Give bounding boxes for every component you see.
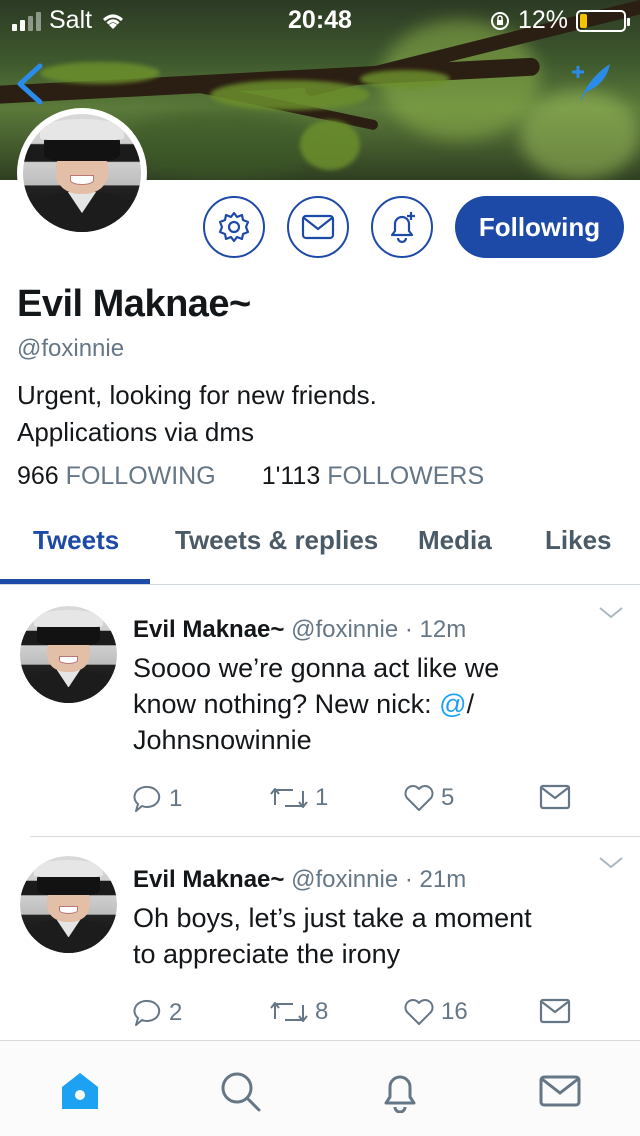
- envelope-icon: [539, 784, 571, 810]
- battery-icon: [576, 9, 630, 32]
- bell-plus-icon: [390, 212, 415, 244]
- tweet-text-span: /: [466, 689, 475, 719]
- tab-tweets[interactable]: Tweets: [33, 525, 119, 556]
- like-count: 5: [441, 784, 455, 811]
- retweet-count: 8: [315, 998, 329, 1025]
- like-count: 16: [441, 998, 468, 1025]
- tweet-item[interactable]: Evil Maknae~ @foxinnie · 21m Oh boys, le…: [0, 850, 640, 1040]
- battery-percent: 12%: [517, 6, 568, 34]
- followers-label: FOLLOWERS: [327, 462, 485, 490]
- following-count: 966: [17, 462, 59, 490]
- heart-icon: [404, 999, 434, 1025]
- tweet-text-line: Soooo we’re gonna act like we: [133, 653, 500, 683]
- tweet-actions: 2 8 16: [133, 998, 593, 1034]
- profile-bio: Urgent, looking for new friends. Applica…: [17, 377, 617, 451]
- tab-likes[interactable]: Likes: [545, 525, 612, 556]
- follow-counts: 966 FOLLOWING 1'113 FOLLOWERS: [17, 462, 484, 491]
- bio-line: Urgent, looking for new friends.: [17, 380, 377, 410]
- compose-feather-icon[interactable]: [566, 58, 614, 106]
- chevron-down-icon[interactable]: [598, 856, 624, 870]
- envelope-icon: [539, 998, 571, 1024]
- tweet-header: Evil Maknae~ @foxinnie · 21m: [133, 866, 466, 894]
- like-button[interactable]: 16: [403, 998, 468, 1026]
- reply-count: 2: [169, 999, 183, 1026]
- bottom-tab-bar: [0, 1040, 640, 1136]
- tweet-divider: [30, 836, 640, 837]
- chevron-down-icon[interactable]: [598, 606, 624, 620]
- envelope-icon: [301, 214, 335, 240]
- tab-tweets-replies[interactable]: Tweets & replies: [175, 525, 378, 556]
- profile-name: Evil Maknae~: [17, 283, 251, 325]
- chevron-left-icon[interactable]: [10, 62, 50, 106]
- tweet-text-span: know nothing? New nick:: [133, 689, 440, 719]
- followers-count: 1'113: [261, 462, 321, 490]
- profile-handle: @foxinnie: [17, 335, 125, 362]
- tweet-author-handle: @foxinnie: [291, 866, 399, 893]
- reply-button[interactable]: 1: [133, 784, 182, 814]
- avatar-image: [23, 114, 141, 232]
- retweet-icon: [270, 1002, 308, 1022]
- reply-button[interactable]: 2: [133, 998, 182, 1028]
- tweet-text: Soooo we’re gonna act like we know nothi…: [133, 650, 613, 758]
- bio-line: Applications via dms: [17, 417, 254, 447]
- retweet-count: 1: [315, 784, 329, 811]
- tweet-text-line: know nothing? New nick: @/: [133, 686, 613, 722]
- mention-link[interactable]: @: [439, 689, 466, 719]
- tweet-author-name: Evil Maknae~: [133, 616, 285, 643]
- share-dm-button[interactable]: [539, 998, 571, 1024]
- profile-avatar[interactable]: [17, 108, 147, 238]
- like-button[interactable]: 5: [403, 784, 454, 812]
- search-icon[interactable]: [218, 1069, 262, 1113]
- reply-count: 1: [169, 785, 183, 812]
- following-button[interactable]: Following: [455, 196, 624, 258]
- share-dm-button[interactable]: [539, 784, 571, 810]
- following-count-link[interactable]: 966 FOLLOWING: [17, 462, 216, 491]
- home-icon[interactable]: [58, 1069, 102, 1113]
- envelope-icon[interactable]: [538, 1069, 582, 1113]
- tweet-actions: 1 1 5: [133, 784, 593, 820]
- message-button[interactable]: [287, 196, 349, 258]
- profile-tabs: Tweets Tweets & replies Media Likes: [0, 515, 640, 585]
- settings-button[interactable]: [203, 196, 265, 258]
- reply-icon: [133, 999, 161, 1026]
- tweet-author-handle: @foxinnie: [291, 616, 399, 643]
- tweet-text-line: Oh boys, let’s just take a moment: [133, 903, 532, 933]
- tab-media[interactable]: Media: [418, 525, 492, 556]
- orientation-lock-icon: [490, 11, 509, 30]
- retweet-icon: [270, 788, 308, 808]
- status-bar: Salt 20:48 12%: [0, 0, 640, 40]
- heart-icon: [404, 785, 434, 811]
- tweet-avatar[interactable]: [20, 856, 117, 953]
- tweet-item[interactable]: Evil Maknae~ @foxinnie · 12m Soooo we’re…: [0, 600, 640, 836]
- tweet-header: Evil Maknae~ @foxinnie · 12m: [133, 616, 466, 644]
- tweet-text-line: to appreciate the irony: [133, 939, 401, 969]
- retweet-button[interactable]: 8: [269, 998, 328, 1026]
- active-tab-indicator: [0, 579, 150, 584]
- tweet-text: Oh boys, let’s just take a moment to app…: [133, 900, 613, 972]
- reply-icon: [133, 785, 161, 812]
- tweet-avatar[interactable]: [20, 606, 117, 703]
- tweet-text-line: Johnsnowinnie: [133, 725, 312, 755]
- followers-count-link[interactable]: 1'113 FOLLOWERS: [262, 462, 484, 491]
- gear-icon: [218, 211, 250, 243]
- notifications-toggle-button[interactable]: [371, 196, 433, 258]
- tweet-author-name: Evil Maknae~: [133, 866, 285, 893]
- retweet-button[interactable]: 1: [269, 784, 328, 812]
- following-label: FOLLOWING: [65, 462, 216, 490]
- bell-icon[interactable]: [378, 1069, 422, 1113]
- tweet-time: · 21m: [404, 866, 467, 893]
- tweet-time: · 12m: [404, 616, 467, 643]
